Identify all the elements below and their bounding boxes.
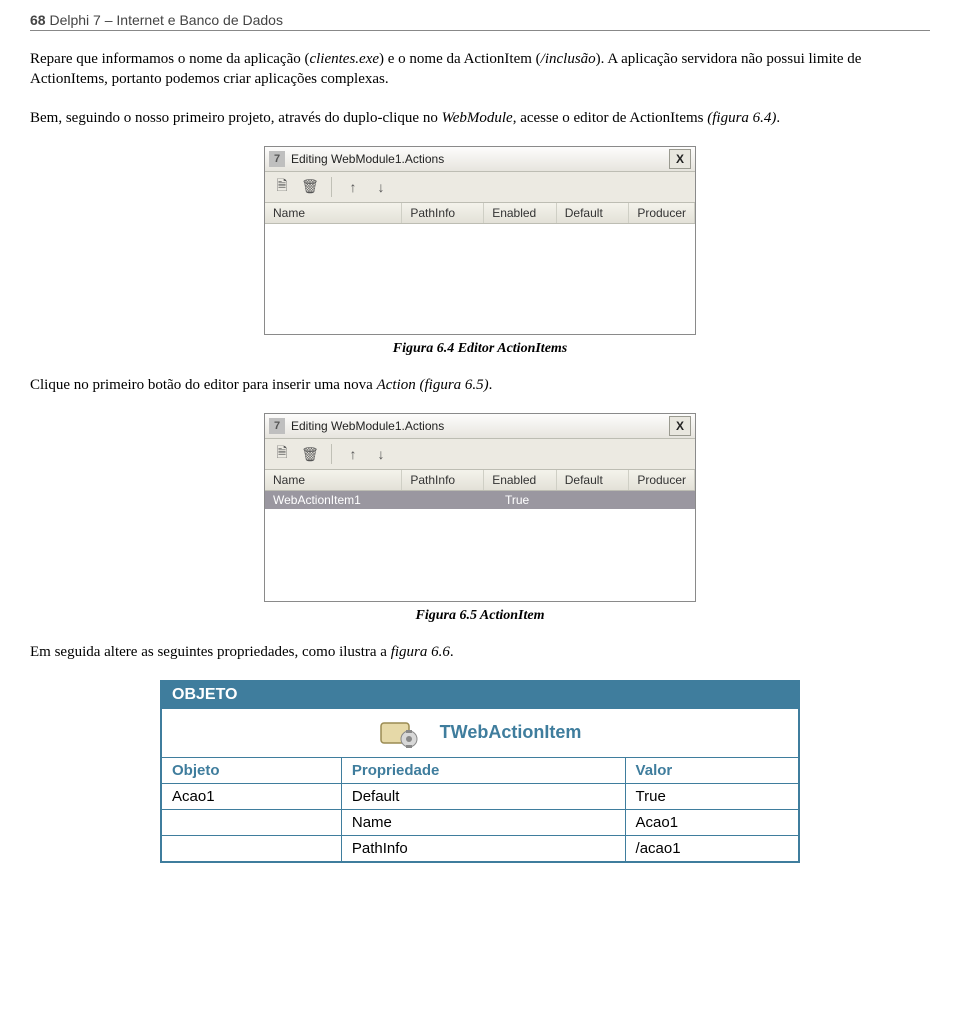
window-editing-actions: 7 Editing WebModule1.Actions X 🗎 🗑 ↑ ↓ N…	[264, 146, 696, 335]
text-italic: WebModule	[442, 110, 513, 126]
col-valor: Valor	[625, 758, 799, 784]
col-producer[interactable]: Producer	[629, 203, 695, 223]
col-pathinfo[interactable]: PathInfo	[402, 470, 484, 490]
text-italic: figura 6.6	[391, 644, 450, 660]
add-icon[interactable]: 🗎	[273, 178, 291, 196]
col-enabled[interactable]: Enabled	[484, 470, 557, 490]
text: .	[489, 377, 493, 393]
text-italic: (figura 6.4)	[707, 110, 776, 126]
text: Em seguida altere as seguintes proprieda…	[30, 644, 391, 660]
grid-row-selected[interactable]: WebActionItem1 True	[265, 491, 695, 509]
paragraph-2: Bem, seguindo o nosso primeiro projeto, …	[30, 108, 930, 128]
grid-body: WebActionItem1 True	[265, 491, 695, 601]
paragraph-4: Em seguida altere as seguintes proprieda…	[30, 642, 930, 662]
col-propriedade: Propriedade	[341, 758, 625, 784]
component-icon	[379, 717, 421, 749]
cell-name: WebActionItem1	[265, 492, 411, 508]
delete-icon[interactable]: 🗑	[301, 445, 319, 463]
cell-obj	[161, 810, 341, 836]
text: Clique no primeiro botão do editor para …	[30, 377, 377, 393]
page-header: 68 Delphi 7 – Internet e Banco de Dados	[30, 12, 930, 31]
separator	[331, 177, 332, 197]
col-default[interactable]: Default	[557, 470, 630, 490]
cell-pathinfo	[411, 499, 497, 501]
window-editing-actions-2: 7 Editing WebModule1.Actions X 🗎 🗑 ↑ ↓ N…	[264, 413, 696, 602]
table-row: PathInfo /acao1	[161, 836, 799, 863]
col-default[interactable]: Default	[557, 203, 630, 223]
col-name[interactable]: Name	[265, 470, 402, 490]
close-icon[interactable]: X	[669, 416, 691, 436]
separator	[331, 444, 332, 464]
cell-default	[573, 499, 649, 501]
caption-6-4: Figura 6.4 Editor ActionItems	[30, 341, 930, 357]
figure-6-4: 7 Editing WebModule1.Actions X 🗎 🗑 ↑ ↓ N…	[30, 146, 930, 335]
text: , acesse o editor de ActionItems	[513, 110, 708, 126]
cell-val: True	[625, 784, 799, 810]
grid-header: Name PathInfo Enabled Default Producer	[265, 203, 695, 224]
cell-val: Acao1	[625, 810, 799, 836]
window-title: Editing WebModule1.Actions	[291, 152, 669, 166]
col-objeto: Objeto	[161, 758, 341, 784]
class-name: TWebActionItem	[440, 722, 582, 742]
text: ) e o nome da ActionItem (	[379, 51, 541, 67]
col-enabled[interactable]: Enabled	[484, 203, 557, 223]
move-up-icon[interactable]: ↑	[344, 445, 362, 463]
move-up-icon[interactable]: ↑	[344, 178, 362, 196]
figure-6-5: 7 Editing WebModule1.Actions X 🗎 🗑 ↑ ↓ N…	[30, 413, 930, 602]
cell-prop: Name	[341, 810, 625, 836]
book-title: Delphi 7 – Internet e Banco de Dados	[49, 12, 283, 28]
delete-icon[interactable]: 🗑	[301, 178, 319, 196]
col-name[interactable]: Name	[265, 203, 402, 223]
grid-header: Name PathInfo Enabled Default Producer	[265, 470, 695, 491]
add-icon[interactable]: 🗎	[273, 445, 291, 463]
cell-val: /acao1	[625, 836, 799, 863]
class-row: TWebActionItem	[161, 709, 799, 758]
cell-prop: PathInfo	[341, 836, 625, 863]
move-down-icon[interactable]: ↓	[372, 445, 390, 463]
delphi-icon: 7	[269, 151, 285, 167]
table-row: Acao1 Default True	[161, 784, 799, 810]
text: Repare que informamos o nome da aplicaçã…	[30, 51, 309, 67]
window-title: Editing WebModule1.Actions	[291, 419, 669, 433]
page-number: 68	[30, 12, 46, 28]
caption-6-5: Figura 6.5 ActionItem	[30, 608, 930, 624]
delphi-icon: 7	[269, 418, 285, 434]
col-pathinfo[interactable]: PathInfo	[402, 203, 484, 223]
cell-obj	[161, 836, 341, 863]
toolbar: 🗎 🗑 ↑ ↓	[265, 439, 695, 470]
table-head: OBJETO	[161, 681, 799, 709]
text-italic: Action (figura 6.5)	[377, 377, 489, 393]
grid-body-empty	[265, 224, 695, 334]
text: .	[450, 644, 454, 660]
cell-obj: Acao1	[161, 784, 341, 810]
col-producer[interactable]: Producer	[629, 470, 695, 490]
close-icon[interactable]: X	[669, 149, 691, 169]
cell-prop: Default	[341, 784, 625, 810]
text-italic: clientes.exe	[309, 51, 379, 67]
paragraph-1: Repare que informamos o nome da aplicaçã…	[30, 49, 930, 90]
titlebar: 7 Editing WebModule1.Actions X	[265, 414, 695, 439]
text: .	[776, 110, 780, 126]
text-italic: /inclusão	[541, 51, 596, 67]
text: Bem, seguindo o nosso primeiro projeto, …	[30, 110, 442, 126]
properties-table: OBJETO TWebActionItem Objeto Propriedade…	[160, 680, 800, 863]
table-row: Name Acao1	[161, 810, 799, 836]
cell-enabled: True	[497, 492, 573, 508]
titlebar: 7 Editing WebModule1.Actions X	[265, 147, 695, 172]
move-down-icon[interactable]: ↓	[372, 178, 390, 196]
cell-producer	[649, 499, 695, 501]
toolbar: 🗎 🗑 ↑ ↓	[265, 172, 695, 203]
paragraph-3: Clique no primeiro botão do editor para …	[30, 375, 930, 395]
